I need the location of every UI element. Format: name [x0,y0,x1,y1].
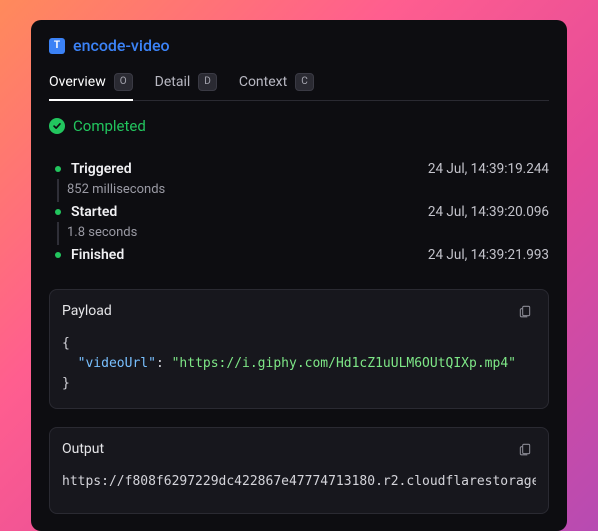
clipboard-icon [518,304,532,318]
tab-shortcut-key: O [114,73,133,91]
timeline-label: Started [71,204,117,220]
job-detail-panel: T encode-video Overview O Detail D Conte… [31,20,567,531]
tab-context[interactable]: Context C [239,69,314,101]
copy-button[interactable] [514,438,536,460]
output-code-block[interactable]: https://f808f6297229dc422867e47774713180… [62,470,536,500]
payload-code-block[interactable]: { "videoUrl": "https://i.giphy.com/Hd1cZ… [62,332,536,396]
tab-detail[interactable]: Detail D [155,69,217,101]
dot-icon [55,252,61,258]
payload-card: Payload { "videoUrl": "https://i.giphy.c… [49,289,549,409]
clipboard-icon [518,442,532,456]
tab-overview[interactable]: Overview O [49,69,133,101]
timeline-duration: 1.8 seconds [57,222,549,245]
timeline-label: Finished [71,247,124,263]
dot-icon [55,166,61,172]
tab-shortcut-key: C [295,73,314,91]
timeline-timestamp: 24 Jul, 14:39:21.993 [428,247,549,263]
timeline-duration: 852 milliseconds [57,179,549,202]
output-card: Output https://f808f6297229dc422867e4777… [49,427,549,513]
timeline-timestamp: 24 Jul, 14:39:20.096 [428,204,549,220]
timeline-row-started: Started 24 Jul, 14:39:20.096 [49,202,549,222]
status-row: Completed [49,117,549,135]
tab-label: Detail [155,74,191,90]
tab-label: Overview [49,74,106,90]
page-title: encode-video [73,36,170,55]
dot-icon [55,209,61,215]
title-badge-icon: T [49,38,65,54]
check-circle-icon [49,118,65,134]
timeline-row-finished: Finished 24 Jul, 14:39:21.993 [49,245,549,265]
tabs: Overview O Detail D Context C [49,69,549,101]
timeline: Triggered 24 Jul, 14:39:19.244 852 milli… [49,159,549,265]
tab-label: Context [239,74,287,90]
card-title: Output [62,441,104,457]
card-title: Payload [62,303,112,319]
timeline-row-triggered: Triggered 24 Jul, 14:39:19.244 [49,159,549,179]
tab-shortcut-key: D [198,73,217,91]
panel-title-row: T encode-video [49,36,549,55]
timeline-label: Triggered [71,161,132,177]
timeline-timestamp: 24 Jul, 14:39:19.244 [428,161,549,177]
status-label: Completed [73,117,146,135]
copy-button[interactable] [514,300,536,322]
